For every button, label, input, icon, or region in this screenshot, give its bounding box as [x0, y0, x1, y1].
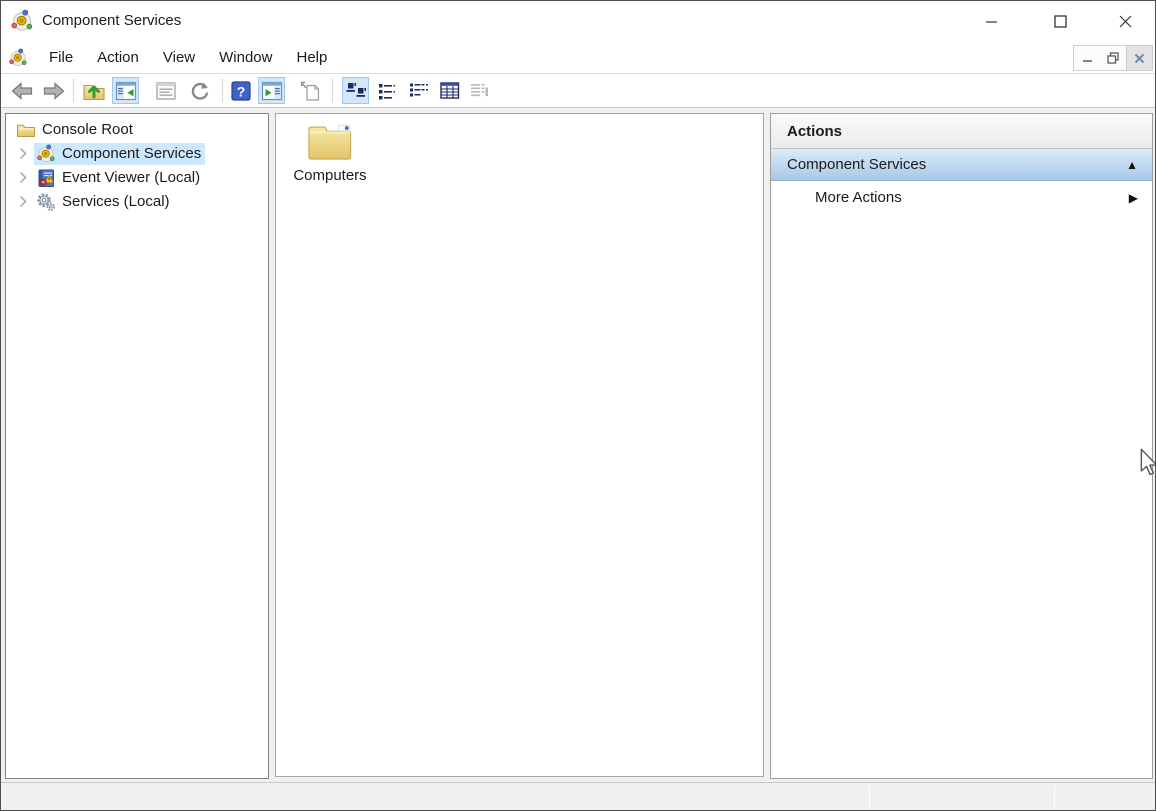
console-tree-icon [114, 79, 138, 103]
back-arrow-icon [10, 79, 34, 103]
tree-item-console-root[interactable]: Console Root [6, 118, 137, 141]
list-item-computers[interactable]: Computers [290, 119, 370, 184]
menu-view[interactable]: View [151, 42, 207, 73]
maximize-icon [1054, 15, 1067, 28]
window-title: Component Services [42, 12, 181, 29]
menu-action[interactable]: Action [85, 42, 151, 73]
customize-view-icon [467, 79, 491, 103]
mdi-restore-button[interactable] [1100, 46, 1126, 70]
actions-pane: Actions Component Services ▲ More Action… [770, 113, 1153, 779]
minimize-icon [1082, 53, 1093, 64]
console-tree-pane: Console Root Component Services [5, 113, 269, 779]
tree-item-label: Services (Local) [62, 193, 170, 210]
export-list-icon [299, 79, 323, 103]
details-view-icon [438, 79, 462, 103]
restore-icon [1107, 52, 1119, 64]
results-pane[interactable]: Computers [275, 113, 764, 777]
actions-section-component-services[interactable]: Component Services ▲ [771, 149, 1152, 181]
tree-item-services[interactable]: Services (Local) [6, 190, 174, 213]
event-viewer-icon [36, 168, 56, 188]
main-area: Console Root Component Services [1, 108, 1155, 782]
menu-bar: File Action View Window Help [1, 42, 1155, 74]
action-pane-icon [260, 79, 284, 103]
export-list-button[interactable] [297, 77, 324, 104]
help-button[interactable] [227, 77, 254, 104]
list-view-icon [407, 79, 431, 103]
list-item-label: Computers [290, 167, 370, 184]
actions-item-more-actions[interactable]: More Actions ▶ [771, 181, 1152, 214]
services-icon [36, 192, 56, 212]
collapse-icon[interactable]: ▲ [1126, 159, 1138, 171]
menu-help[interactable]: Help [284, 42, 339, 73]
toolbar [1, 74, 1155, 108]
forward-button[interactable] [40, 77, 67, 104]
back-button[interactable] [8, 77, 35, 104]
component-services-icon [36, 144, 56, 164]
customize-view-button [465, 77, 492, 104]
close-button[interactable] [1102, 1, 1148, 42]
help-icon [229, 79, 253, 103]
tree-item-label: Console Root [42, 121, 133, 138]
folder-up-icon [82, 79, 106, 103]
close-icon [1134, 53, 1145, 64]
actions-item-label: More Actions [815, 189, 1129, 206]
toolbar-separator [73, 79, 74, 102]
status-separator [1054, 785, 1055, 808]
toolbar-separator [332, 79, 333, 102]
minimize-button[interactable] [968, 1, 1014, 42]
actions-pane-title: Actions [771, 114, 1152, 149]
menu-window[interactable]: Window [207, 42, 284, 73]
list-view-button[interactable] [405, 77, 432, 104]
status-bar [1, 782, 1155, 810]
mdi-window-controls [1073, 45, 1153, 71]
component-services-icon [10, 9, 34, 33]
properties-icon [154, 79, 178, 103]
status-separator [869, 785, 870, 808]
mdi-minimize-button[interactable] [1074, 46, 1100, 70]
details-view-button[interactable] [436, 77, 463, 104]
show-hide-console-tree-button[interactable] [112, 77, 139, 104]
up-one-level-button[interactable] [80, 77, 107, 104]
large-icons-icon [344, 79, 368, 103]
toolbar-separator [222, 79, 223, 102]
minimize-icon [985, 15, 998, 28]
chevron-right-icon[interactable] [16, 195, 30, 209]
menu-file[interactable]: File [37, 42, 85, 73]
forward-arrow-icon [42, 79, 66, 103]
mdi-close-button[interactable] [1126, 46, 1152, 70]
properties-button[interactable] [152, 77, 179, 104]
close-icon [1119, 15, 1132, 28]
component-services-icon [8, 48, 28, 68]
show-hide-action-pane-button[interactable] [258, 77, 285, 104]
tree-item-component-services[interactable]: Component Services [6, 142, 205, 165]
folder-icon [16, 120, 36, 140]
large-icons-view-button[interactable] [342, 77, 369, 104]
chevron-right-icon[interactable] [16, 147, 30, 161]
small-icons-icon [376, 79, 400, 103]
tree-item-label: Component Services [62, 145, 201, 162]
tree-item-label: Event Viewer (Local) [62, 169, 200, 186]
actions-section-title: Component Services [787, 156, 1126, 173]
refresh-icon [188, 79, 212, 103]
component-services-window: Component Services File Action View Wind… [0, 0, 1156, 811]
refresh-button[interactable] [186, 77, 213, 104]
chevron-right-icon[interactable] [16, 171, 30, 185]
folder-icon [307, 121, 353, 163]
maximize-button[interactable] [1037, 1, 1083, 42]
submenu-arrow-icon: ▶ [1129, 192, 1138, 204]
small-icons-view-button[interactable] [374, 77, 401, 104]
title-bar[interactable]: Component Services [1, 1, 1155, 42]
tree-item-event-viewer[interactable]: Event Viewer (Local) [6, 166, 204, 189]
